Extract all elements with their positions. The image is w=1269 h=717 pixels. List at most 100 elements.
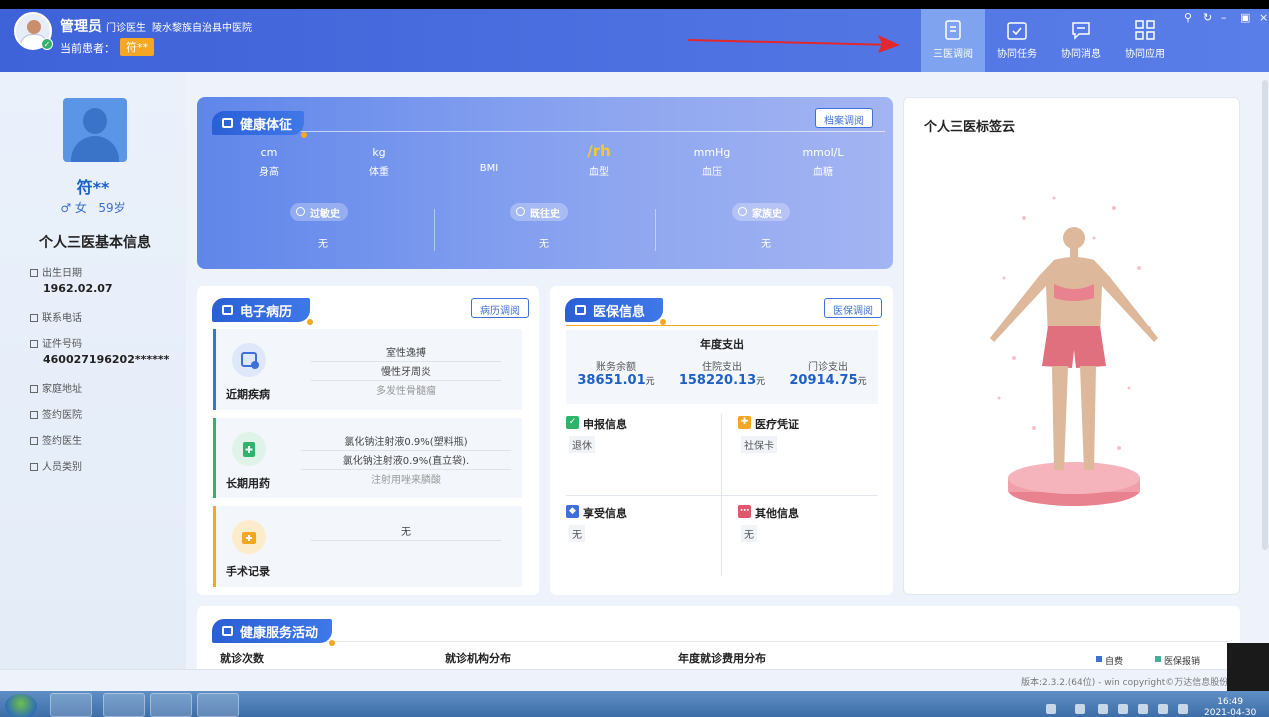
start-button[interactable] — [5, 694, 37, 717]
taskbar-app-user[interactable] — [150, 693, 192, 717]
female-icon: ♂ — [60, 201, 72, 215]
section-caption: 手术记录 — [226, 565, 270, 578]
field-birthdate: 出生日期 — [30, 264, 82, 279]
metric-label: 血型 — [589, 167, 609, 178]
floating-widget[interactable] — [1227, 643, 1269, 691]
family-history-value: 无 — [761, 239, 771, 250]
nav-label: 协同消息 — [1061, 49, 1101, 60]
patient-photo — [63, 98, 127, 162]
calendar-icon — [30, 269, 38, 277]
briefcase-icon — [222, 118, 233, 128]
field-birthdate-value: 1962.02.07 — [43, 282, 113, 295]
disease-line: 多发性骨髓瘤 — [376, 386, 436, 397]
taskbar-app-medical[interactable] — [197, 693, 239, 717]
refresh-icon[interactable]: ↻ — [1203, 11, 1212, 24]
outpatient-value: 20914.75元 — [778, 373, 878, 388]
vertical-scrollbar[interactable] — [1262, 80, 1268, 550]
recent-diseases-box[interactable]: 近期疾病 室性逸搏 慢性牙周炎 多发性骨髓瘤 — [213, 329, 522, 410]
record-view-button[interactable]: 病历调阅 — [471, 298, 529, 318]
other-value: 无 — [741, 525, 757, 542]
family-history-pill[interactable]: 家族史 — [732, 203, 790, 221]
phone-icon — [30, 314, 38, 322]
metric-unit: mmol/L — [802, 146, 844, 159]
nav-tab-messages[interactable]: 协同消息 — [1049, 9, 1113, 72]
metric-unit: cm — [260, 146, 278, 159]
insurance-view-button[interactable]: 医保调阅 — [824, 298, 882, 318]
accent-bar — [213, 506, 216, 587]
tray-icon[interactable] — [1075, 704, 1085, 714]
accent-bar — [213, 418, 216, 498]
field-label: 证件号码 — [42, 339, 82, 350]
current-patient-label: 当前患者： — [60, 42, 115, 55]
version-text: 版本:2.3.2.(64位) - win copyright©万达信息股份 — [1021, 678, 1229, 688]
archive-view-button[interactable]: 档案调阅 — [815, 108, 873, 128]
nav-label: 协同应用 — [1125, 49, 1165, 60]
insurance-rule — [566, 325, 878, 326]
annual-expense-title: 年度支出 — [700, 338, 744, 351]
search-icon[interactable]: ⚲ — [1184, 11, 1192, 24]
field-address: 家庭地址 — [30, 380, 82, 395]
patient-gender: 女 — [74, 201, 87, 215]
more-icon: ⋯ — [738, 505, 751, 518]
disease-line: 慢性牙周炎 — [311, 363, 501, 381]
field-phone: 联系电话 — [30, 309, 82, 324]
balance-label: 账务余额 — [596, 362, 636, 373]
other-info[interactable]: ⋯ 其他信息 — [738, 505, 799, 521]
value-number: 20914.75 — [789, 373, 858, 388]
close-icon[interactable]: × — [1259, 11, 1268, 24]
pill-label: 家族史 — [752, 209, 782, 220]
field-id-number: 证件号码 — [30, 335, 82, 350]
tray-icon[interactable] — [1098, 704, 1108, 714]
hospital-icon — [30, 411, 38, 419]
tray-icon[interactable] — [1046, 704, 1056, 714]
medical-voucher[interactable]: ✚ 医疗凭证 — [738, 416, 799, 432]
maximize-icon[interactable]: ▣ — [1240, 11, 1250, 24]
past-history-pill[interactable]: 既往史 — [510, 203, 568, 221]
metric-label: 身高 — [259, 167, 279, 178]
voucher-icon: ✚ — [738, 416, 751, 429]
allergy-history-pill[interactable]: 过敏史 — [290, 203, 348, 221]
nav-tab-apps[interactable]: 协同应用 — [1113, 9, 1177, 72]
long-term-medication-box[interactable]: 长期用药 氯化钠注射液0.9%(塑料瓶) 氯化钠注射液0.9%(直立袋). 注射… — [213, 418, 522, 498]
current-patient-badge[interactable]: 符** — [120, 38, 154, 56]
id-card-icon — [30, 340, 38, 348]
column-visit-count: 就诊次数 — [220, 652, 264, 665]
chat-icon — [1072, 22, 1090, 40]
field-label: 签约医院 — [42, 410, 82, 421]
tray-icon[interactable] — [1158, 704, 1168, 714]
taskbar-clock[interactable]: 16:49 2021-04-30 — [1204, 697, 1256, 717]
app-window: ✓ 管理员 门诊医生 陵水黎族自治县中医院 当前患者： 符** 三医调阅 协同任… — [0, 0, 1269, 717]
tray-icon[interactable] — [1118, 704, 1128, 714]
metric-label: BMI — [479, 163, 499, 174]
field-category: 人员类别 — [30, 458, 82, 473]
volume-icon[interactable] — [1178, 704, 1188, 714]
briefcase-icon — [575, 305, 586, 315]
title-dot — [307, 319, 313, 325]
field-label: 签约医生 — [42, 436, 82, 447]
metric-label: 血压 — [702, 167, 722, 178]
nav-tab-tasks[interactable]: 协同任务 — [985, 9, 1049, 72]
surgery-record-box[interactable]: 手术记录 无 — [213, 506, 522, 587]
item-label: 申报信息 — [583, 418, 627, 431]
item-label: 其他信息 — [755, 507, 799, 520]
basic-info-title: 个人三医基本信息 — [39, 235, 151, 251]
value-unit: 元 — [756, 377, 766, 387]
legend-label: 自费 — [1105, 657, 1124, 667]
annual-expense-box: 年度支出 账务余额 38651.01元 住院支出 158220.13元 门诊支出… — [566, 330, 878, 404]
title-text: 健康服务活动 — [240, 626, 319, 641]
nav-tab-sanyi[interactable]: 三医调阅 — [921, 9, 985, 72]
benefit-info[interactable]: ◆ 享受信息 — [566, 505, 627, 521]
metric-unit: mmHg — [693, 146, 731, 159]
insurance-divider-h — [566, 495, 878, 496]
minimize-icon[interactable]: – — [1221, 11, 1227, 24]
tray-icon[interactable] — [1138, 704, 1148, 714]
home-icon — [30, 385, 38, 393]
taskbar-ie[interactable] — [103, 693, 145, 717]
briefcase-icon — [222, 305, 233, 315]
declaration-info[interactable]: ✓ 申报信息 — [566, 416, 627, 432]
body-model-figure[interactable] — [904, 98, 1241, 596]
item-label: 医疗凭证 — [755, 418, 799, 431]
pill-bottle-icon — [232, 432, 266, 466]
title-dot — [329, 640, 335, 646]
taskbar-explorer[interactable] — [50, 693, 92, 717]
